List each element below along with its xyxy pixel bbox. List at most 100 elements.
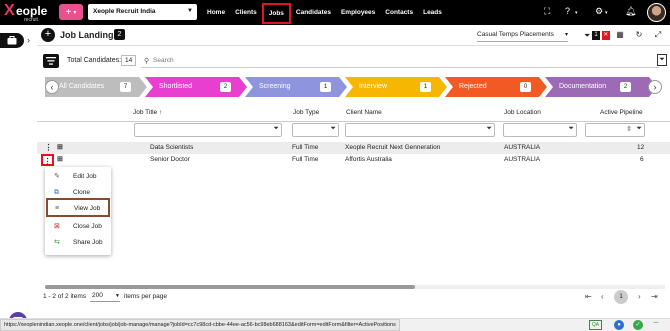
expand-icon[interactable]: ⤢ <box>652 29 664 41</box>
column-header-job-title[interactable]: Job Title ↑ <box>133 104 162 121</box>
nav-jobs[interactable]: Jobs <box>261 2 291 24</box>
refresh-icon[interactable]: ↻ <box>633 29 645 41</box>
filter-icon: ⏷ <box>273 125 279 132</box>
current-page-button[interactable]: 1 <box>614 290 628 304</box>
menu-lines-icon <box>46 57 56 65</box>
search-icon: ⚲ <box>144 58 150 65</box>
add-job-button[interactable]: + <box>41 28 55 42</box>
row-expand-icon[interactable]: ⊞ <box>57 143 63 151</box>
main-nav: Home Clients Jobs Candidates Employees C… <box>202 0 447 25</box>
chevron-down-icon: ▾ <box>575 10 578 16</box>
menu-item-share-job[interactable]: ⇆ Share Job <box>45 235 111 251</box>
table-row[interactable]: ⋮ ⊞ Senior Doctor Full Time Affortis Aus… <box>37 154 670 166</box>
grid-menu-button[interactable] <box>43 54 59 68</box>
wifi-icon: ⌔ <box>652 320 660 329</box>
search-input[interactable] <box>153 57 633 64</box>
share-icon: ⇆ <box>54 239 60 246</box>
gear-icon[interactable]: ⚙ <box>595 7 603 16</box>
nav-leads[interactable]: Leads <box>418 0 447 25</box>
link-preview-url: https://xeoplenindian.xeople.one/client/… <box>0 319 400 331</box>
qa-badge[interactable]: QA <box>589 320 602 330</box>
column-header-job-location[interactable]: Job Location <box>504 104 541 121</box>
column-header-client-name[interactable]: Client Name <box>346 104 382 121</box>
pipeline-next-icon[interactable]: › <box>648 80 662 94</box>
stage-shortlisted[interactable]: Shortlisted 2 <box>145 77 247 97</box>
pagination: 1 - 2 of 2 items 200 ▼ items per page ⇤ … <box>37 290 670 305</box>
help-icon[interactable]: ? <box>565 7 570 16</box>
table-row[interactable]: ⋮ ⊞ Data Scientists Full Time Xeople Rec… <box>37 142 670 154</box>
chevron-down-icon: ▼ <box>115 293 120 299</box>
list-icon: ≡ <box>55 205 60 212</box>
check-icon[interactable]: ✓ <box>633 320 643 330</box>
user-avatar[interactable] <box>647 3 666 22</box>
expand-sidebar-icon[interactable]: › <box>27 35 30 45</box>
sort-asc-icon: ↑ <box>159 109 163 116</box>
nav-contacts[interactable]: Contacts <box>380 0 418 25</box>
row-actions-icon[interactable]: ⋮ <box>43 142 54 154</box>
xeople-logo[interactable]: X eople recruit <box>4 2 52 23</box>
chevron-down-icon: ▾ <box>605 10 608 16</box>
page-size-select[interactable]: 200 ▼ <box>90 291 120 302</box>
briefcase-icon <box>7 36 17 45</box>
page-header: + Job Landing 2 Casual Temps Placements … <box>37 26 670 44</box>
filter-job-title[interactable]: ⏷ <box>134 123 282 137</box>
chevron-down-icon: ▼ <box>187 8 193 14</box>
row-context-menu: ✎ Edit Job ⧉ Clone ≡ View Job ⊠ Close Jo… <box>45 167 111 255</box>
scrollbar-thumb[interactable] <box>45 285 415 289</box>
filter-job-location[interactable]: ⏷ <box>503 123 577 137</box>
row-expand-icon[interactable]: ⊞ <box>57 155 63 163</box>
clear-filter-icon[interactable]: ✕ <box>601 31 610 40</box>
active-filter-chip[interactable]: ⏷ 1 ✕ <box>584 30 610 41</box>
filter-icon: ⏷ <box>486 125 492 132</box>
menu-item-edit-job[interactable]: ✎ Edit Job <box>45 169 111 185</box>
page-size-label: items per page <box>124 293 167 300</box>
stepper-icon: ⇳ <box>626 126 632 133</box>
menu-item-close-job[interactable]: ⊠ Close Job <box>45 219 111 235</box>
nav-clients[interactable]: Clients <box>230 0 262 25</box>
total-candidates-label: Total Candidates: <box>67 57 122 64</box>
filter-job-type[interactable]: ⏷ <box>292 123 339 137</box>
company-select[interactable]: Xeople Recruit India ▼ <box>88 4 197 20</box>
header-divider <box>37 121 670 122</box>
close-job-icon: ⊠ <box>54 223 60 230</box>
pagination-summary: 1 - 2 of 2 items <box>43 293 86 300</box>
stage-rejected[interactable]: Rejected 0 <box>445 77 547 97</box>
prev-page-icon[interactable]: ‹ <box>601 292 604 301</box>
stage-screening[interactable]: Screening 1 <box>245 77 347 97</box>
filter-icon: ⏷ <box>584 30 591 40</box>
horizontal-scrollbar[interactable] <box>45 285 665 289</box>
search-field[interactable]: ⚲ <box>141 56 659 68</box>
left-rail: › <box>0 25 37 331</box>
status-bar: https://xeoplenindian.xeople.one/client/… <box>0 318 670 331</box>
stage-interview[interactable]: Interview 1 <box>345 77 447 97</box>
user-icon[interactable]: ● <box>614 320 624 330</box>
nav-employees[interactable]: Employees <box>336 0 380 25</box>
nav-home[interactable]: Home <box>202 0 230 25</box>
bell-icon[interactable]: 🔔︎ <box>625 7 636 16</box>
pipeline-prev-icon[interactable]: ‹ <box>45 80 59 94</box>
table-view-icon[interactable]: ▦ <box>614 29 626 41</box>
top-navbar: X eople recruit + ▾ Xeople Recruit India … <box>0 0 670 25</box>
filter-active-pipeline[interactable]: ⇳ ⏷ <box>585 123 645 137</box>
stage-all-candidates[interactable]: All Candidates 7 <box>45 77 147 97</box>
toolbar: Total Candidates: 14 ⚲ ⏷ <box>37 51 670 71</box>
nav-candidates[interactable]: Candidates <box>291 0 336 25</box>
clone-icon: ⧉ <box>54 189 59 196</box>
quick-add-button[interactable]: + ▾ <box>59 4 83 20</box>
filter-client-name[interactable]: ⏷ <box>345 123 495 137</box>
next-page-icon[interactable]: › <box>638 292 641 301</box>
pipeline-stages: ‹ All Candidates 7 Shortlisted 2 Screeni… <box>45 77 665 97</box>
column-header-job-type[interactable]: Job Type <box>293 104 319 121</box>
chevron-down-icon: ▾ <box>73 9 77 16</box>
menu-item-view-job[interactable]: ≡ View Job <box>46 198 110 217</box>
first-page-icon[interactable]: ⇤ <box>585 292 592 301</box>
view-select[interactable]: Casual Temps Placements ▾ <box>477 31 568 42</box>
briefcase-button[interactable] <box>0 33 24 48</box>
stage-documentation[interactable]: Documentation 2 <box>545 77 657 97</box>
row-actions-icon[interactable]: ⋮ <box>41 154 54 166</box>
column-header-active-pipeline[interactable]: Active Pipeline <box>600 104 643 121</box>
fullscreen-icon[interactable]: ⛶ <box>544 7 550 16</box>
chevron-down-icon: ▾ <box>564 32 568 38</box>
column-filter-icon[interactable]: ⏷ <box>657 54 667 66</box>
last-page-icon[interactable]: ⇥ <box>651 292 658 301</box>
